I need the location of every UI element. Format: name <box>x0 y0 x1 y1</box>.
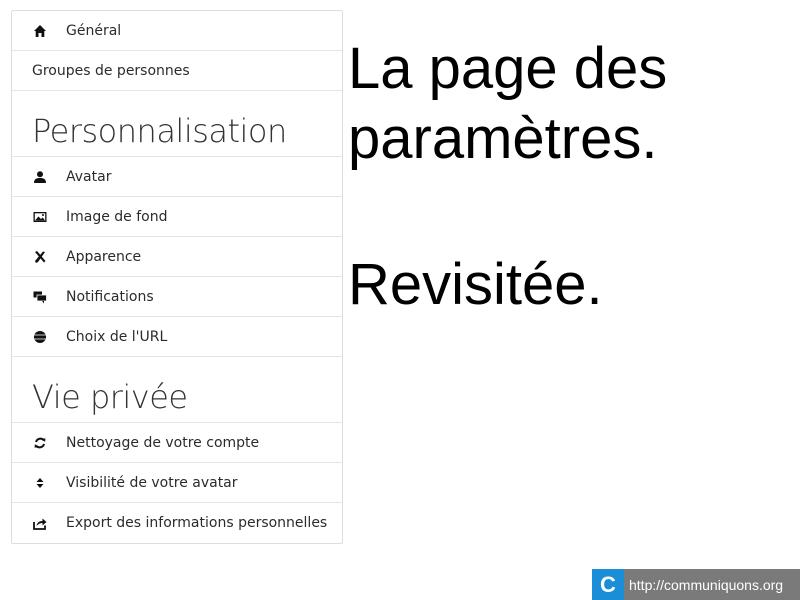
settings-menu: Général Groupes de personnes Personnalis… <box>11 10 343 544</box>
menu-item-groups[interactable]: Groupes de personnes <box>12 51 342 91</box>
globe-icon <box>32 329 48 345</box>
menu-item-label: Export des informations personnelles <box>66 515 328 531</box>
menu-item-url-choice[interactable]: Choix de l'URL <box>12 317 342 357</box>
tools-icon <box>32 249 48 265</box>
menu-item-notifications[interactable]: Notifications <box>12 277 342 317</box>
site-badge[interactable]: C http://communiquons.org <box>592 569 800 600</box>
headline-line-3: Revisitée. <box>348 252 603 317</box>
headline-line-2: paramètres. <box>348 106 658 171</box>
headline: La page des paramètres. Revisitée. <box>348 34 788 320</box>
section-heading-personalisation: Personnalisation <box>12 91 342 157</box>
menu-item-background-image[interactable]: Image de fond <box>12 197 342 237</box>
menu-item-export-personal-info[interactable]: Export des informations personnelles <box>12 503 342 543</box>
headline-line-1: La page des <box>348 36 668 101</box>
menu-item-avatar-visibility[interactable]: Visibilité de votre avatar <box>12 463 342 503</box>
sort-icon <box>32 475 48 491</box>
menu-item-label: Groupes de personnes <box>32 62 190 79</box>
refresh-icon <box>32 435 48 451</box>
menu-item-avatar[interactable]: Avatar <box>12 157 342 197</box>
menu-item-appearance[interactable]: Apparence <box>12 237 342 277</box>
picture-icon <box>32 209 48 225</box>
menu-item-label: Avatar <box>66 168 112 185</box>
menu-item-label: Image de fond <box>66 208 168 225</box>
home-icon <box>32 23 48 39</box>
user-icon <box>32 169 48 185</box>
menu-item-label: Choix de l'URL <box>66 328 168 345</box>
menu-item-general[interactable]: Général <box>12 11 342 51</box>
menu-item-account-cleanup[interactable]: Nettoyage de votre compte <box>12 423 342 463</box>
site-url[interactable]: http://communiquons.org <box>624 569 800 600</box>
menu-item-label: Notifications <box>66 288 154 305</box>
menu-item-label: Visibilité de votre avatar <box>66 474 238 491</box>
comments-icon <box>32 289 48 305</box>
communiquons-logo: C <box>592 569 624 600</box>
menu-item-label: Apparence <box>66 248 142 265</box>
section-heading-privacy: Vie privée <box>12 357 342 423</box>
share-icon <box>32 515 48 531</box>
menu-item-label: Nettoyage de votre compte <box>66 434 260 451</box>
menu-item-label: Général <box>66 22 122 39</box>
